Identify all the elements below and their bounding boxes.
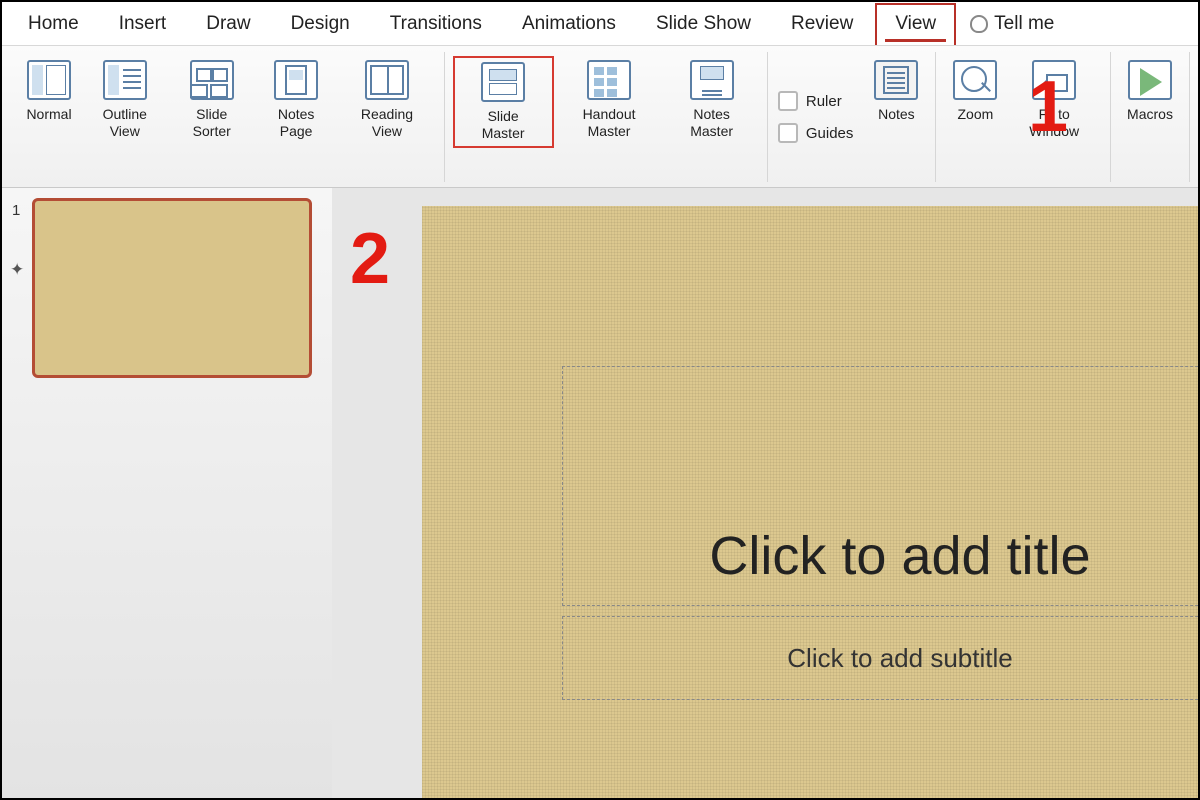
group-show: Ruler Guides Notes (768, 52, 937, 182)
group-master-views: Slide Master Handout Master Notes Master (445, 52, 768, 182)
normal-view-icon (27, 60, 71, 100)
notes-master-label: Notes Master (670, 106, 752, 140)
zoom-icon (953, 60, 997, 100)
title-placeholder[interactable]: Click to add title (562, 366, 1198, 606)
handout-master-button[interactable]: Handout Master (554, 56, 665, 144)
zoom-label: Zoom (958, 106, 994, 123)
macros-button[interactable]: Macros (1119, 56, 1181, 127)
title-placeholder-text: Click to add title (709, 525, 1090, 587)
normal-view-button[interactable]: Normal (18, 56, 80, 127)
ruler-checkbox[interactable]: Ruler (776, 85, 856, 117)
notes-master-button[interactable]: Notes Master (664, 56, 758, 144)
animation-star-icon: ✦ (10, 260, 24, 280)
annotation-2: 2 (350, 218, 390, 300)
group-macros: Macros (1111, 52, 1190, 182)
slide-master-label: Slide Master (465, 108, 542, 142)
outline-view-label: Outline View (86, 106, 164, 140)
reading-view-label: Reading View (344, 106, 429, 140)
reading-view-button[interactable]: Reading View (338, 56, 435, 144)
handout-master-icon (587, 60, 631, 100)
tab-draw[interactable]: Draw (188, 5, 268, 43)
slide-sorter-label: Slide Sorter (176, 106, 248, 140)
checkbox-icon (778, 91, 798, 111)
lightbulb-icon (970, 15, 988, 33)
slide: Click to add title Click to add subtitle (422, 206, 1198, 798)
zoom-button[interactable]: Zoom (944, 56, 1006, 127)
slide-master-icon (481, 62, 525, 102)
tab-review[interactable]: Review (773, 5, 871, 43)
tab-design[interactable]: Design (273, 5, 368, 43)
notes-icon (874, 60, 918, 100)
workspace: 1 ✦ 2 Click to add title Click to add su… (2, 188, 1198, 798)
group-zoom: Zoom Fit to Window (936, 52, 1111, 182)
annotation-1: 1 (1028, 66, 1068, 148)
notes-page-icon (274, 60, 318, 100)
macros-label: Macros (1127, 106, 1173, 123)
reading-view-icon (365, 60, 409, 100)
subtitle-placeholder[interactable]: Click to add subtitle (562, 616, 1198, 700)
subtitle-placeholder-text: Click to add subtitle (787, 643, 1012, 674)
tab-transitions[interactable]: Transitions (372, 5, 500, 43)
tab-animations[interactable]: Animations (504, 5, 634, 43)
slide-sorter-button[interactable]: Slide Sorter (170, 56, 254, 144)
slide-master-button[interactable]: Slide Master (453, 56, 554, 148)
ribbon-view: Normal Outline View Slide Sorter Notes P… (2, 46, 1198, 188)
checkbox-icon (778, 123, 798, 143)
notes-page-label: Notes Page (260, 106, 332, 140)
tab-home[interactable]: Home (10, 5, 97, 43)
thumbnail-preview (32, 198, 312, 378)
notes-button[interactable]: Notes (865, 56, 927, 127)
handout-master-label: Handout Master (560, 106, 659, 140)
thumbnail-pane[interactable]: 1 ✦ (2, 188, 332, 798)
notes-page-button[interactable]: Notes Page (254, 56, 338, 144)
outline-view-icon (103, 60, 147, 100)
macros-icon (1128, 60, 1172, 100)
outline-view-button[interactable]: Outline View (80, 56, 170, 144)
tab-slideshow[interactable]: Slide Show (638, 5, 769, 43)
slide-number: 1 (12, 202, 20, 219)
normal-view-label: Normal (26, 106, 71, 123)
tab-view[interactable]: View (875, 3, 956, 45)
slide-sorter-icon (190, 60, 234, 100)
tell-me[interactable]: Tell me (960, 5, 1064, 43)
tab-insert[interactable]: Insert (101, 5, 185, 43)
guides-label: Guides (806, 125, 854, 142)
slide-canvas[interactable]: 2 Click to add title Click to add subtit… (332, 188, 1198, 798)
guides-checkbox[interactable]: Guides (776, 117, 856, 149)
notes-master-icon (690, 60, 734, 100)
group-presentation-views: Normal Outline View Slide Sorter Notes P… (10, 52, 445, 182)
ruler-label: Ruler (806, 93, 842, 110)
menu-bar: Home Insert Draw Design Transitions Anim… (2, 2, 1198, 46)
tell-me-label: Tell me (994, 13, 1054, 35)
notes-label: Notes (878, 106, 915, 123)
slide-thumbnail[interactable]: 1 ✦ (32, 198, 324, 378)
